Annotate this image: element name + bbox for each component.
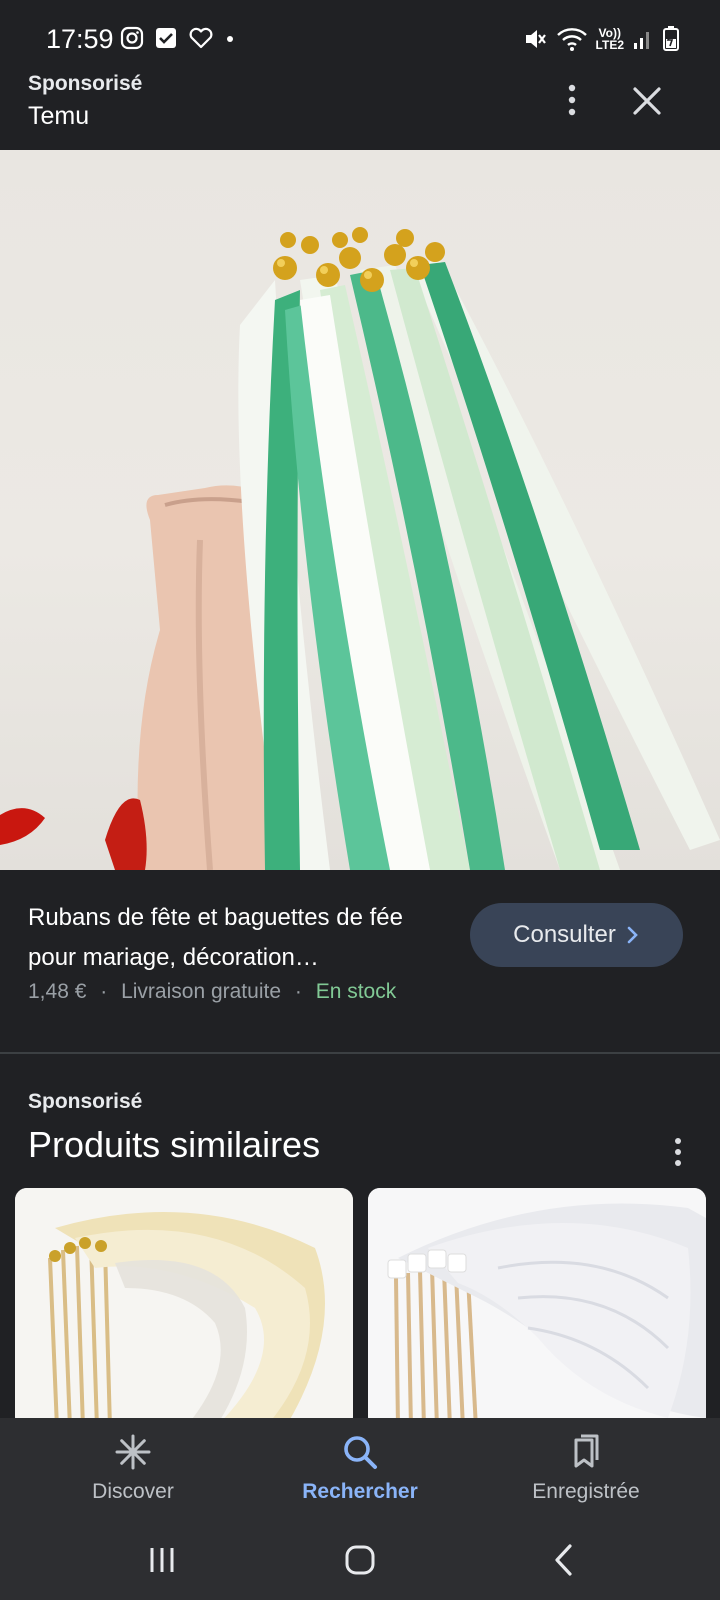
ivory-lace-ribbon-wands-image — [15, 1188, 353, 1428]
more-vert-icon[interactable] — [668, 1134, 688, 1170]
product-title[interactable]: Rubans de fête et baguettes de fée pour … — [28, 898, 448, 978]
mute-icon — [525, 30, 546, 48]
home-icon[interactable] — [340, 1540, 380, 1580]
signal-icon — [634, 32, 649, 49]
back-icon[interactable] — [545, 1540, 585, 1580]
search-icon — [344, 1436, 377, 1469]
bottom-navigation: Discover Rechercher Enregistrée — [0, 1418, 720, 1520]
ribbon-wands-illustration — [0, 227, 720, 870]
product-image[interactable] — [0, 150, 720, 870]
product-price: 1,48 € — [28, 980, 87, 1003]
instagram-icon — [120, 26, 144, 50]
nav-label: Discover — [92, 1480, 174, 1503]
nav-label: Enregistrée — [532, 1480, 640, 1503]
asterisk-icon — [115, 1434, 151, 1470]
sponsored-label: Sponsorisé — [28, 72, 143, 95]
white-lace-ribbon-wands-image — [368, 1188, 706, 1428]
lte2-label: LTE2 — [595, 38, 624, 52]
dot-icon — [227, 36, 233, 42]
ad-header: Sponsorisé Temu — [0, 62, 720, 150]
system-navigation-bar — [0, 1520, 720, 1600]
nav-item-saved[interactable]: Enregistrée — [486, 1432, 686, 1512]
battery-charging-icon — [663, 26, 679, 51]
volte-lte2-icon: Vo)) LTE2 — [596, 27, 624, 51]
close-icon[interactable] — [630, 84, 664, 118]
consult-label: Consulter — [513, 921, 616, 948]
status-notification-icons — [120, 26, 236, 50]
recents-icon[interactable] — [142, 1540, 182, 1580]
similar-product-card[interactable] — [15, 1188, 353, 1428]
checkbox-icon — [156, 28, 176, 48]
meta-separator: · — [294, 980, 302, 1003]
saved-bookmarks-icon — [574, 1434, 599, 1468]
product-meta: 1,48 € · Livraison gratuite · En stock — [28, 980, 396, 1004]
shipping-info: Livraison gratuite — [121, 980, 281, 1003]
advertiser-name: Temu — [28, 102, 90, 130]
status-system-icons: Vo)) LTE2 — [522, 26, 680, 52]
status-time: 17:59 — [46, 24, 114, 54]
more-vert-icon[interactable] — [560, 80, 584, 120]
product-info[interactable]: Rubans de fête et baguettes de fée pour … — [0, 870, 720, 1050]
similar-products-header: Sponsorisé Produits similaires — [0, 1054, 720, 1184]
heart-icon — [189, 27, 213, 49]
stock-status: En stock — [315, 980, 397, 1003]
nav-item-discover[interactable]: Discover — [33, 1432, 233, 1512]
similar-product-card[interactable] — [368, 1188, 706, 1428]
wifi-icon — [556, 28, 587, 51]
section-title: Produits similaires — [28, 1124, 321, 1165]
status-bar: 17:59 Vo)) LTE2 — [0, 0, 720, 62]
consult-button[interactable]: Consulter — [470, 903, 683, 967]
nav-label: Rechercher — [302, 1480, 418, 1503]
meta-separator: · — [100, 980, 108, 1003]
chevron-right-icon — [627, 926, 638, 944]
nav-item-search[interactable]: Rechercher — [260, 1432, 460, 1512]
sponsored-label: Sponsorisé — [28, 1090, 143, 1113]
